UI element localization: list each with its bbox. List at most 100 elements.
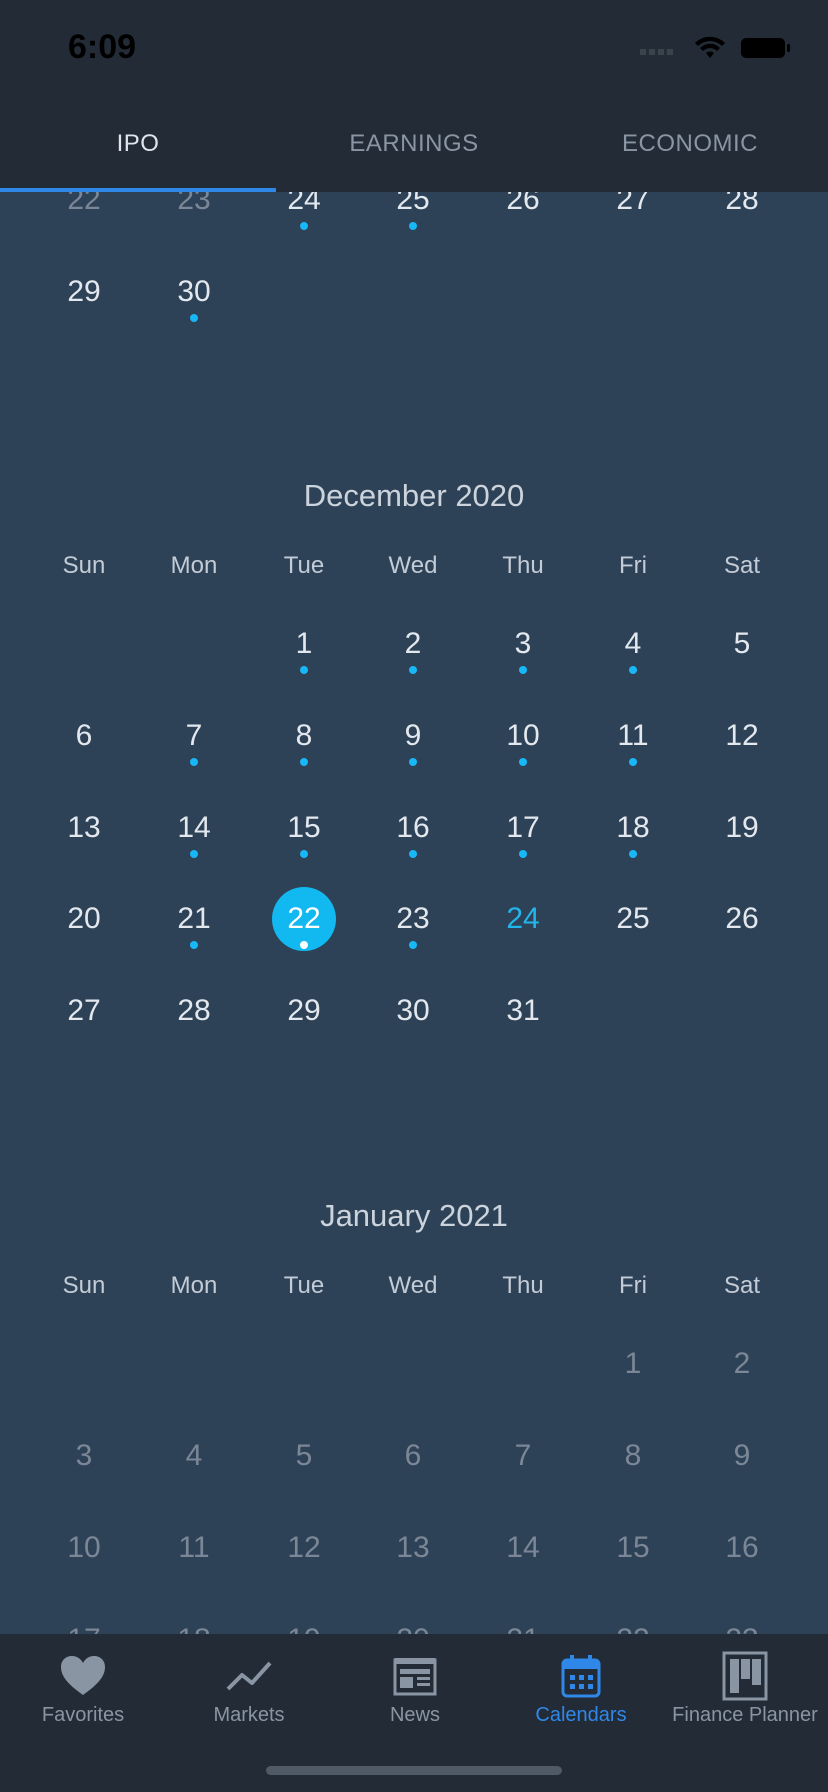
calendar-day[interactable]: 26 — [483, 192, 563, 240]
calendar-day-selected[interactable]: 22 — [272, 887, 336, 951]
day-number: 2 — [404, 627, 422, 660]
calendar-day[interactable]: 20 — [373, 1600, 453, 1634]
calendar-scroll-area[interactable]: December 2020 Sun Mon Tue Wed Thu Fri Sat Janu… — [0, 192, 828, 1634]
wifi-icon — [695, 36, 725, 58]
event-dot — [629, 850, 637, 858]
calendar-day[interactable]: 21 — [154, 879, 234, 959]
calendar-day[interactable]: 30 — [154, 252, 234, 332]
calendar-day[interactable]: 11 — [593, 696, 673, 776]
day-number: 25 — [616, 902, 650, 935]
calendar-day[interactable]: 18 — [593, 788, 673, 868]
calendar-day[interactable]: 1 — [593, 1324, 673, 1404]
tabbar-label: News — [389, 1704, 440, 1726]
calendar-day[interactable]: 27 — [44, 971, 124, 1051]
calendar-day[interactable]: 25 — [593, 879, 673, 959]
event-dot — [300, 666, 308, 674]
calendar-day[interactable]: 6 — [44, 696, 124, 776]
calendar-day[interactable]: 3 — [483, 604, 563, 684]
tabbar-calendars[interactable]: Calendars — [498, 1648, 664, 1727]
calendar-day[interactable]: 23 — [373, 879, 453, 959]
weekday-label: Sat — [723, 1272, 761, 1299]
tabbar-favorites[interactable]: Favorites — [0, 1648, 166, 1727]
day-number: 20 — [396, 1623, 429, 1634]
calendar-day[interactable]: 10 — [44, 1508, 124, 1588]
day-number: 1 — [624, 1347, 642, 1380]
tab-earnings[interactable]: EARNINGS — [276, 96, 552, 192]
day-number: 9 — [404, 719, 422, 752]
calendar-day[interactable]: 29 — [44, 252, 124, 332]
calendar-day[interactable]: 7 — [154, 696, 234, 776]
day-number: 2 — [733, 1347, 751, 1380]
calendar-day[interactable]: 2 — [702, 1324, 782, 1404]
calendar-day[interactable]: 17 — [483, 788, 563, 868]
calendar-day[interactable]: 17 — [44, 1600, 124, 1634]
calendar-day[interactable]: 9 — [702, 1416, 782, 1496]
day-number: 13 — [396, 1531, 430, 1564]
calendar-day[interactable]: 5 — [702, 604, 782, 684]
day-number: 19 — [725, 811, 759, 844]
calendar-day[interactable]: 24 — [264, 192, 344, 240]
calendar-day[interactable]: 5 — [264, 1416, 344, 1496]
calendar-day[interactable]: 18 — [154, 1600, 234, 1634]
calendar-day[interactable]: 4 — [593, 604, 673, 684]
event-dot — [409, 758, 417, 766]
calendar-day[interactable]: 23 — [702, 1600, 782, 1634]
tabbar-markets[interactable]: Markets — [166, 1648, 332, 1727]
calendar-day[interactable]: 25 — [373, 192, 453, 240]
calendar-day[interactable]: 20 — [44, 879, 124, 959]
day-number: 23 — [396, 902, 430, 935]
calendar-day[interactable]: 15 — [593, 1508, 673, 1588]
calendar-day[interactable]: 27 — [593, 192, 673, 240]
calendar-day[interactable]: 13 — [44, 788, 124, 868]
calendar-day[interactable]: 1 — [264, 604, 344, 684]
calendar-icon — [561, 1655, 601, 1698]
day-number: 4 — [624, 627, 642, 660]
calendar-day[interactable]: 11 — [154, 1508, 234, 1588]
weekday-label: Sun — [62, 552, 106, 579]
calendar-day[interactable]: 9 — [373, 696, 453, 776]
calendar-day[interactable]: 8 — [593, 1416, 673, 1496]
calendar-day[interactable]: 22 — [44, 192, 124, 240]
calendar-day[interactable]: 4 — [154, 1416, 234, 1496]
day-number: 14 — [177, 811, 211, 844]
day-number: 3 — [75, 1439, 93, 1472]
calendar-day[interactable]: 31 — [483, 971, 563, 1051]
tab-economic[interactable]: ECONOMIC — [552, 96, 828, 192]
calendar-day[interactable]: 16 — [373, 788, 453, 868]
calendar-day[interactable]: 13 — [373, 1508, 453, 1588]
calendar-day[interactable]: 30 — [373, 971, 453, 1051]
calendar-day[interactable]: 24 — [483, 879, 563, 959]
calendar-day[interactable]: 28 — [154, 971, 234, 1051]
calendar-day[interactable]: 19 — [264, 1600, 344, 1634]
calendar-day[interactable]: 26 — [702, 879, 782, 959]
calendar-day[interactable]: 14 — [483, 1508, 563, 1588]
calendar-day[interactable]: 8 — [264, 696, 344, 776]
calendar-day[interactable]: 19 — [702, 788, 782, 868]
tab-ipo[interactable]: IPO — [0, 96, 276, 192]
calendar-day[interactable]: 6 — [373, 1416, 453, 1496]
event-dot — [409, 222, 417, 230]
calendar-day[interactable]: 12 — [702, 696, 782, 776]
tabbar-finance-planner[interactable]: Finance Planner — [662, 1648, 828, 1727]
calendar-day[interactable]: 2 — [373, 604, 453, 684]
event-dot — [190, 941, 198, 949]
day-number: 10 — [67, 1531, 101, 1564]
calendar-day[interactable]: 16 — [702, 1508, 782, 1588]
calendar-day[interactable]: 21 — [483, 1600, 563, 1634]
tabbar-news[interactable]: News — [332, 1648, 498, 1727]
calendar-day[interactable]: 3 — [44, 1416, 124, 1496]
calendar-day[interactable]: 7 — [483, 1416, 563, 1496]
calendar-day[interactable]: 14 — [154, 788, 234, 868]
event-dot — [519, 850, 527, 858]
calendar-day[interactable]: 15 — [264, 788, 344, 868]
calendar-day[interactable]: 28 — [702, 192, 782, 240]
calendar-day[interactable]: 12 — [264, 1508, 344, 1588]
calendar-day[interactable]: 29 — [264, 971, 344, 1051]
event-dot — [300, 758, 308, 766]
calendar-day[interactable]: 23 — [154, 192, 234, 240]
calendar-day[interactable]: 10 — [483, 696, 563, 776]
calendar-day[interactable]: 22 — [593, 1600, 673, 1634]
signal-icon — [640, 49, 673, 55]
segment-tabs: IPO EARNINGS ECONOMIC — [0, 96, 828, 192]
weekday-label: Sat — [723, 552, 761, 579]
